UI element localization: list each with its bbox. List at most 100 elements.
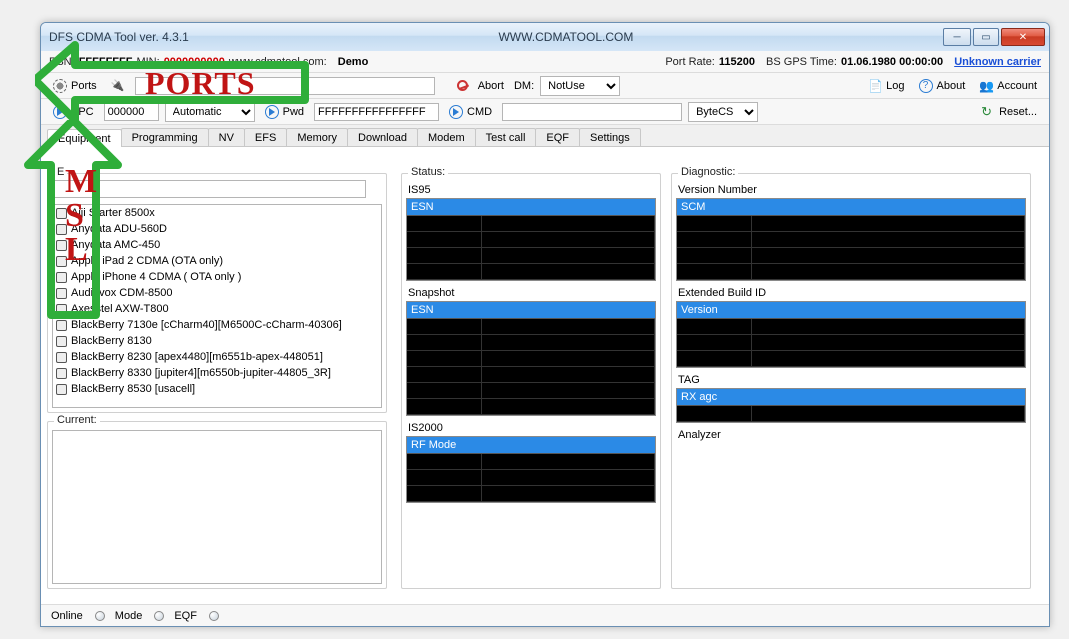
portrate-label: Port Rate:	[665, 56, 715, 68]
log-icon	[868, 79, 882, 93]
is95-label: IS95	[408, 184, 660, 196]
equipment-item[interactable]: BlackBerry 8230 [apex4480][m6551b-apex-4…	[53, 349, 381, 365]
snapshot-esn-header: ESN	[407, 302, 655, 319]
user-icon	[979, 79, 993, 93]
equipment-item[interactable]: Apple iPad 2 CDMA (OTA only)	[53, 253, 381, 269]
titlebar: DFS CDMA Tool ver. 4.3.1 WWW.CDMATOOL.CO…	[41, 23, 1049, 51]
abort-label: Abort	[478, 80, 504, 92]
current-box	[52, 430, 382, 584]
minimize-button[interactable]: ─	[943, 28, 971, 46]
ports-button[interactable]: Ports	[49, 77, 101, 95]
esn-value: FFFFFFFF	[79, 56, 133, 68]
equipment-list[interactable]: Aiji Starter 8500xAnydata ADU-560DAnydat…	[52, 204, 382, 408]
version-grid: SCM	[676, 198, 1026, 281]
min-label: MIN:	[136, 56, 159, 68]
info-strip: ESN: FFFFFFFF MIN: 0000000000 www.cdmato…	[41, 51, 1049, 73]
snapshot-label: Snapshot	[408, 287, 660, 299]
equipment-item[interactable]: Apple iPhone 4 CDMA ( OTA only )	[53, 269, 381, 285]
dm-select[interactable]: NotUse	[540, 76, 620, 96]
refresh-icon	[981, 105, 995, 119]
site-label: www.cdmatool.com:	[229, 56, 327, 68]
abort-button[interactable]: Abort	[474, 78, 508, 94]
spc-label: SPC	[71, 106, 94, 118]
pwd-button[interactable]: Pwd	[261, 103, 308, 121]
equipment-item[interactable]: Anydata AMC-450	[53, 237, 381, 253]
extbuild-label: Extended Build ID	[678, 287, 1030, 299]
about-label: About	[937, 80, 966, 92]
bytecs-select[interactable]: ByteCS	[688, 102, 758, 122]
extbuild-grid: Version	[676, 301, 1026, 368]
about-button[interactable]: About	[915, 77, 970, 95]
content-area: E Aiji Starter 8500xAnydata ADU-560DAnyd…	[41, 143, 1049, 602]
is2000-grid: RF Mode	[406, 436, 656, 503]
spc-button[interactable]: SPC	[49, 103, 98, 121]
help-icon	[919, 79, 933, 93]
window-title: DFS CDMA Tool ver. 4.3.1	[49, 30, 189, 44]
status-bar: Online Mode EQF	[41, 604, 1049, 626]
app-window: DFS CDMA Tool ver. 4.3.1 WWW.CDMATOOL.CO…	[40, 22, 1050, 627]
connect-button[interactable]	[107, 77, 129, 95]
portrate-value: 115200	[719, 56, 755, 68]
min-value: 0000000000	[164, 56, 225, 68]
equipment-item[interactable]: Axesstel AXW-T800	[53, 301, 381, 317]
online-label: Online	[51, 610, 83, 622]
snapshot-grid: ESN	[406, 301, 656, 416]
eqf-indicator-icon	[209, 611, 219, 621]
gps-label: BS GPS Time:	[766, 56, 837, 68]
online-indicator-icon	[95, 611, 105, 621]
cmd-label: CMD	[467, 106, 492, 118]
esn-header: ESN	[407, 199, 655, 216]
eqf-label: EQF	[174, 610, 197, 622]
reset-button[interactable]: Reset...	[977, 103, 1041, 121]
gps-value: 01.06.1980 00:00:00	[841, 56, 943, 68]
status-legend: Status:	[408, 166, 448, 178]
window-buttons: ─ ▭ ✕	[943, 28, 1045, 46]
dm-label: DM:	[514, 80, 534, 92]
scm-header: SCM	[677, 199, 1025, 216]
equipment-filter-input[interactable]	[52, 180, 366, 198]
toolbar-2: SPC Automatic Pwd CMD ByteCS Reset...	[41, 99, 1049, 125]
rfmode-header: RF Mode	[407, 437, 655, 454]
version-header: Version	[677, 302, 1025, 319]
close-button[interactable]: ✕	[1001, 28, 1045, 46]
equipment-group: E Aiji Starter 8500xAnydata ADU-560DAnyd…	[47, 173, 387, 413]
equipment-item[interactable]: Aiji Starter 8500x	[53, 205, 381, 221]
diagnostic-group: Diagnostic: Version Number SCM Extended …	[671, 173, 1031, 589]
is95-grid: ESN	[406, 198, 656, 281]
equipment-item[interactable]: BlackBerry 8130	[53, 333, 381, 349]
carrier-link[interactable]: Unknown carrier	[954, 56, 1041, 68]
auto-select[interactable]: Automatic	[165, 102, 255, 122]
equipment-item[interactable]: BlackBerry 8330 [jupiter4][m6550b-jupite…	[53, 365, 381, 381]
pwd-input[interactable]	[314, 103, 439, 121]
equipment-item[interactable]: BlackBerry 7130e [cCharm40][M6500C-cChar…	[53, 317, 381, 333]
cmd-button[interactable]: CMD	[445, 103, 496, 121]
log-label: Log	[886, 80, 904, 92]
maximize-button[interactable]: ▭	[973, 28, 999, 46]
play-icon	[449, 105, 463, 119]
current-group: Current:	[47, 421, 387, 589]
play-icon	[265, 105, 279, 119]
status-group: Status: IS95 ESN Snapshot ESN IS2000 RF …	[401, 173, 661, 589]
tag-label: TAG	[678, 374, 1030, 386]
equipment-item[interactable]: Audiovox CDM-8500	[53, 285, 381, 301]
log-button[interactable]: Log	[864, 77, 908, 95]
equipment-legend: E	[54, 166, 67, 178]
toolbar-1: Ports Abort DM: NotUse Log About Account	[41, 73, 1049, 99]
port-input[interactable]	[135, 77, 435, 95]
plug-icon	[111, 79, 125, 93]
account-button[interactable]: Account	[975, 77, 1041, 95]
equipment-item[interactable]: Anydata ADU-560D	[53, 221, 381, 237]
equipment-item[interactable]: BlackBerry 8530 [usacell]	[53, 381, 381, 397]
esn-label: ESN:	[49, 56, 75, 68]
stop-icon	[457, 80, 468, 91]
gear-icon	[53, 79, 67, 93]
pwd-label: Pwd	[283, 106, 304, 118]
mode-label: Mode	[115, 610, 143, 622]
spc-input[interactable]	[104, 103, 159, 121]
mode-indicator-icon	[154, 611, 164, 621]
analyzer-label: Analyzer	[678, 429, 1030, 441]
cmd-input[interactable]	[502, 103, 682, 121]
ports-label: Ports	[71, 80, 97, 92]
current-legend: Current:	[54, 414, 100, 426]
is2000-label: IS2000	[408, 422, 660, 434]
